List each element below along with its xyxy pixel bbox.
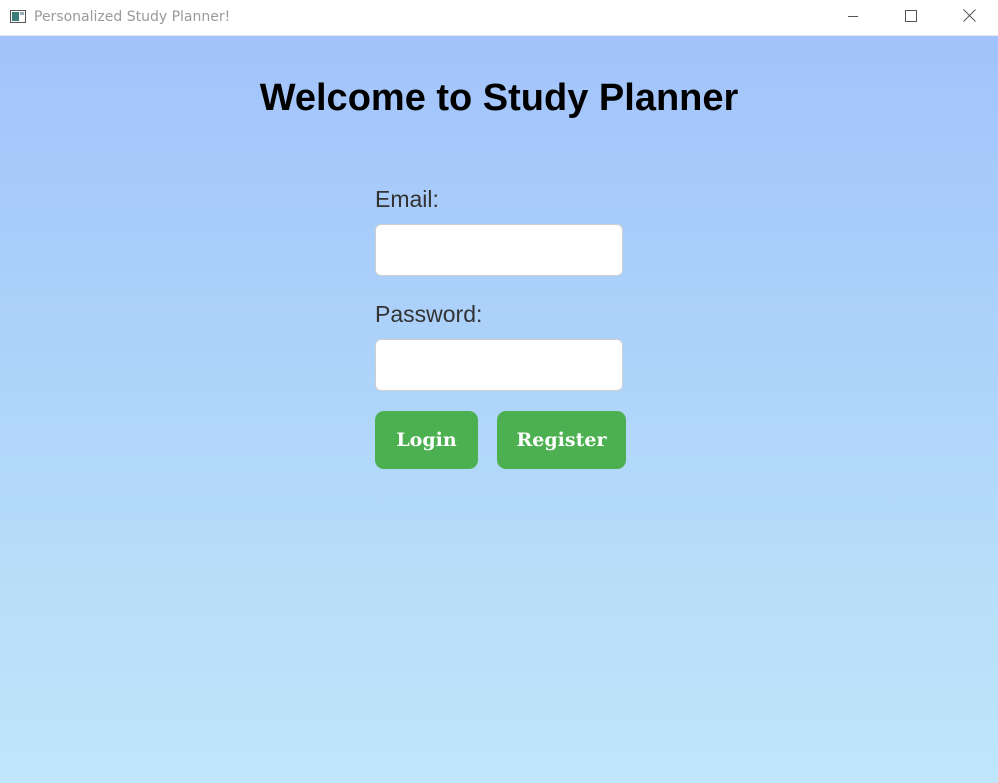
close-icon <box>962 8 976 27</box>
register-button[interactable]: Register <box>497 411 626 469</box>
password-field[interactable] <box>375 339 623 391</box>
minimize-button[interactable] <box>830 0 876 35</box>
email-field[interactable] <box>375 224 623 276</box>
title-bar[interactable]: Personalized Study Planner! <box>0 0 998 36</box>
page-title: Welcome to Study Planner <box>259 77 739 119</box>
app-window-icon <box>10 10 26 23</box>
login-button[interactable]: Login <box>375 411 478 469</box>
minimize-icon <box>847 9 859 27</box>
password-label: Password: <box>375 301 483 327</box>
app-window: Personalized Study Planner! Welcome to S… <box>0 0 998 783</box>
close-button[interactable] <box>946 0 992 35</box>
maximize-icon <box>905 9 917 27</box>
window-title: Personalized Study Planner! <box>34 9 231 25</box>
login-panel: Welcome to Study Planner Email: Password… <box>0 36 998 783</box>
maximize-button[interactable] <box>888 0 934 35</box>
email-label: Email: <box>375 186 439 212</box>
